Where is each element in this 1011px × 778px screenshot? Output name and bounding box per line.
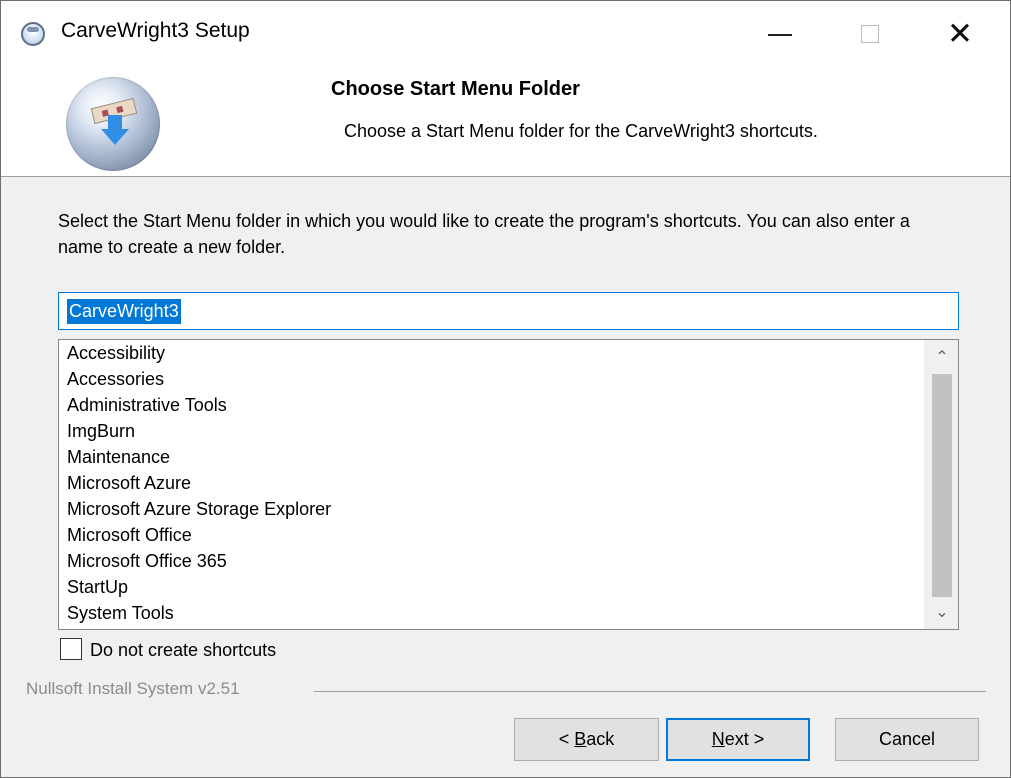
folder-list[interactable]: Accessibility Accessories Administrative… <box>58 339 959 630</box>
instructions-text: Select the Start Menu folder in which yo… <box>58 211 910 257</box>
list-item-microsoft-office-365[interactable]: Microsoft Office 365 <box>59 548 927 574</box>
maximize-button[interactable] <box>825 1 915 67</box>
list-item-imgburn[interactable]: ImgBurn <box>59 418 927 444</box>
next-button[interactable]: Next > <box>666 718 810 761</box>
page-subtitle: Choose a Start Menu folder for the Carve… <box>344 121 818 141</box>
no-shortcuts-label[interactable]: Do not create shortcuts <box>90 638 276 662</box>
no-shortcuts-checkbox[interactable] <box>60 638 82 660</box>
page-title: Choose Start Menu Folder <box>331 78 580 100</box>
folder-list-items: Accessibility Accessories Administrative… <box>59 340 927 626</box>
setup-window: CarveWright3 Setup ✕ Choose Start Menu F… <box>0 0 1011 778</box>
back-button-prefix: < <box>558 729 575 749</box>
scroll-up-icon[interactable]: ⌃ <box>925 340 958 374</box>
list-item-microsoft-azure[interactable]: Microsoft Azure <box>59 470 927 496</box>
minimize-button[interactable] <box>735 1 825 67</box>
next-button-label: ext > <box>724 729 765 749</box>
minimize-icon <box>768 34 792 36</box>
selected-folder-text[interactable]: CarveWright3 <box>67 299 181 324</box>
list-item-administrative-tools[interactable]: Administrative Tools <box>59 392 927 418</box>
list-item-system-tools[interactable]: System Tools <box>59 600 927 626</box>
list-item-accessibility[interactable]: Accessibility <box>59 340 927 366</box>
wizard-header: Choose Start Menu Folder Choose a Start … <box>1 67 1010 177</box>
maximize-icon <box>861 25 879 43</box>
folder-list-scrollbar[interactable]: ⌃ ⌄ <box>924 340 958 629</box>
next-button-mnemonic: N <box>711 729 725 749</box>
list-item-startup[interactable]: StartUp <box>59 574 927 600</box>
title-bar[interactable]: CarveWright3 Setup ✕ <box>1 1 1010 67</box>
scroll-down-icon[interactable]: ⌄ <box>925 595 958 629</box>
installer-icon <box>21 22 45 46</box>
back-button-mnemonic: B <box>574 729 587 749</box>
download-arrow-stem <box>108 115 122 130</box>
nsis-branding: Nullsoft Install System v2.51 <box>26 679 240 698</box>
close-button[interactable]: ✕ <box>915 1 1005 67</box>
setup-logo-icon <box>66 77 160 171</box>
branding-divider <box>314 691 986 692</box>
scroll-thumb[interactable] <box>932 374 952 597</box>
back-button-label: ack <box>586 729 615 749</box>
window-title: CarveWright3 Setup <box>61 19 250 42</box>
start-menu-folder-input[interactable] <box>58 292 959 330</box>
list-item-accessories[interactable]: Accessories <box>59 366 927 392</box>
list-item-azure-storage-explorer[interactable]: Microsoft Azure Storage Explorer <box>59 496 927 522</box>
download-arrow-icon <box>101 129 129 145</box>
close-icon: ✕ <box>947 15 973 52</box>
cancel-button[interactable]: Cancel <box>835 718 979 761</box>
list-item-microsoft-office[interactable]: Microsoft Office <box>59 522 927 548</box>
back-button[interactable]: < Back <box>514 718 659 761</box>
list-item-maintenance[interactable]: Maintenance <box>59 444 927 470</box>
